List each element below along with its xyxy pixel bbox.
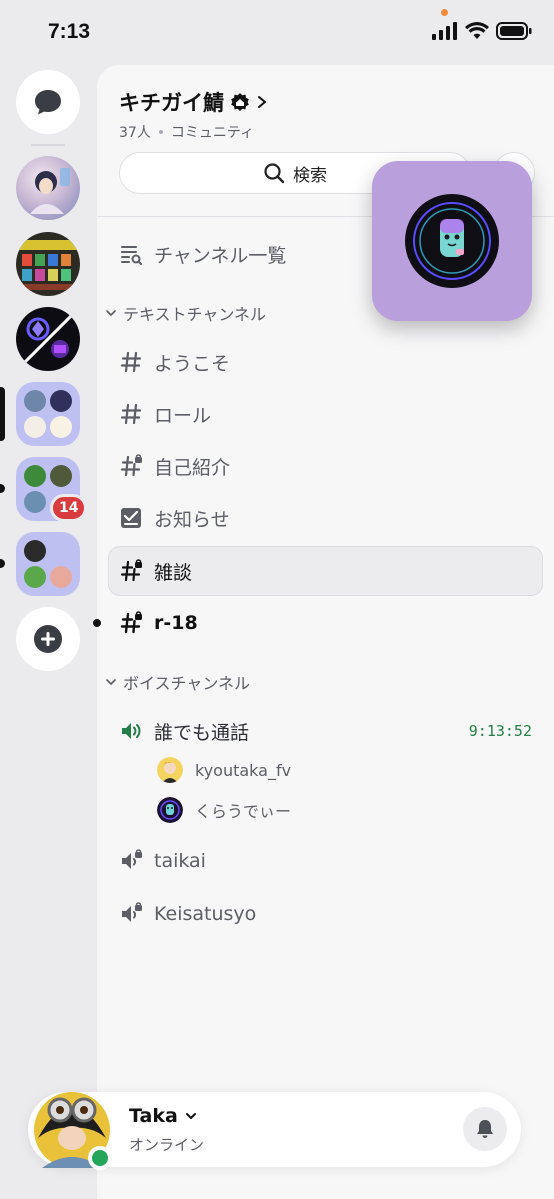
speaker-locked-icon (122, 902, 142, 922)
channel-name: お知らせ (154, 508, 230, 531)
voice-user-name: くらうでぃー (195, 802, 292, 821)
unread-indicator (0, 484, 5, 493)
channel-row[interactable]: ようこそ (97, 340, 554, 384)
voice-channel-row[interactable]: Keisatusyo (97, 892, 554, 936)
bell-icon (477, 1120, 493, 1138)
guild-name: キチガイ鯖 (119, 91, 224, 115)
channel-row[interactable]: お知らせ (97, 496, 554, 540)
hash-locked-icon (120, 454, 142, 477)
chevron-down-icon (185, 1113, 196, 1119)
notifications-button[interactable] (463, 1107, 507, 1151)
guild-meta: 37人 コミュニティ (119, 122, 254, 142)
battery-icon (496, 22, 532, 40)
hash-icon (120, 403, 142, 425)
search-label: 検索 (293, 165, 327, 186)
status-bar: 7:13 (0, 0, 554, 64)
voice-channel-row-active[interactable]: 誰でも通話 9:13:52 (97, 709, 554, 753)
game-grid-icon (16, 240, 80, 290)
voice-channel-name: Keisatusyo (154, 903, 257, 925)
anime-avatar-icon (30, 168, 70, 214)
search-icon (264, 163, 285, 184)
meta-separator (158, 130, 163, 134)
server-icon-3[interactable] (16, 307, 80, 371)
status-icons (432, 22, 532, 40)
server-icon-1[interactable] (16, 156, 80, 220)
rail-divider (31, 144, 65, 146)
plus-icon (34, 625, 62, 653)
voice-user-row[interactable]: kyoutaka_fv (157, 757, 291, 783)
voice-category-label: ボイスチャンネル (123, 674, 251, 693)
folder-server-avatar (24, 416, 46, 438)
hash-locked-icon (120, 559, 142, 582)
server-folder-3[interactable] (16, 532, 80, 596)
server-folder-1[interactable] (16, 382, 80, 446)
voice-channel-name: taikai (154, 850, 206, 872)
channel-name: ロール (154, 404, 212, 427)
folder-server-avatar (50, 566, 72, 588)
chat-bubble-icon (35, 90, 61, 115)
guild-type: コミュニティ (170, 125, 254, 141)
status-time: 7:13 (48, 20, 91, 43)
add-server-button[interactable] (16, 607, 80, 671)
voice-timer: 9:13:52 (468, 722, 532, 740)
chevron-right-icon (258, 96, 266, 108)
voice-channel-name: 誰でも通話 (154, 721, 250, 744)
channel-name: 雑談 (154, 561, 193, 584)
channel-row[interactable]: ロール (97, 392, 554, 436)
text-category-label: テキストチャンネル (123, 305, 267, 324)
split-logo-icon (16, 307, 80, 371)
selected-server-indicator (0, 387, 5, 441)
server-icon-2[interactable] (16, 232, 80, 296)
user-avatar (157, 757, 183, 783)
folder-server-avatar (50, 416, 72, 438)
channel-name: r-18 (154, 612, 198, 634)
user-name-button[interactable]: Taka (129, 1105, 198, 1127)
speaker-icon (122, 723, 141, 739)
signal-icon (432, 22, 457, 40)
voice-user-name: kyoutaka_fv (195, 760, 292, 780)
channel-name: 自己紹介 (154, 456, 231, 479)
voice-user-row[interactable]: くらうでぃー (157, 797, 291, 823)
channel-row[interactable]: 自己紹介 (97, 444, 554, 488)
guild-header[interactable]: キチガイ鯖 (119, 87, 268, 117)
folder-server-avatar (24, 465, 46, 487)
folder-server-avatar (50, 465, 72, 487)
channel-row-selected[interactable]: 雑談 (97, 549, 554, 593)
folder-server-avatar (24, 390, 46, 412)
chevron-down-icon (106, 310, 116, 316)
direct-messages-button[interactable] (16, 70, 80, 134)
text-category-header[interactable]: テキストチャンネル (105, 301, 266, 325)
user-avatar (157, 797, 183, 823)
channel-name: ようこそ (154, 352, 231, 375)
channel-row-unread[interactable]: r-18 (97, 601, 554, 645)
user-status: オンライン (129, 1136, 205, 1154)
online-status-indicator (88, 1146, 112, 1170)
server-drag-preview[interactable] (372, 161, 532, 321)
privacy-indicator-icon (441, 9, 448, 16)
folder-server-avatar (50, 390, 72, 412)
folder-server-avatar (24, 540, 46, 562)
folder-server-avatar (24, 566, 46, 588)
voice-category-header[interactable]: ボイスチャンネル (105, 670, 250, 694)
folder-server-avatar (24, 491, 46, 513)
browse-channels-label: チャンネル一覧 (154, 244, 287, 267)
server-rail (0, 64, 97, 1199)
mention-badge: 14 (50, 494, 88, 522)
wifi-icon (465, 22, 489, 39)
hash-locked-icon (120, 611, 142, 634)
channel-list-icon (121, 246, 142, 265)
member-count: 37人 (119, 125, 151, 141)
unread-indicator (0, 559, 5, 568)
user-name: Taka (129, 1105, 178, 1127)
speaker-locked-icon (122, 849, 142, 869)
hash-icon (120, 351, 142, 373)
announcement-icon (121, 508, 141, 528)
server-avatar-icon (405, 194, 499, 288)
folder-server-avatar (50, 540, 72, 562)
community-badge-icon (231, 93, 249, 111)
voice-channel-row[interactable]: taikai (97, 839, 554, 883)
chevron-down-icon (106, 679, 116, 685)
